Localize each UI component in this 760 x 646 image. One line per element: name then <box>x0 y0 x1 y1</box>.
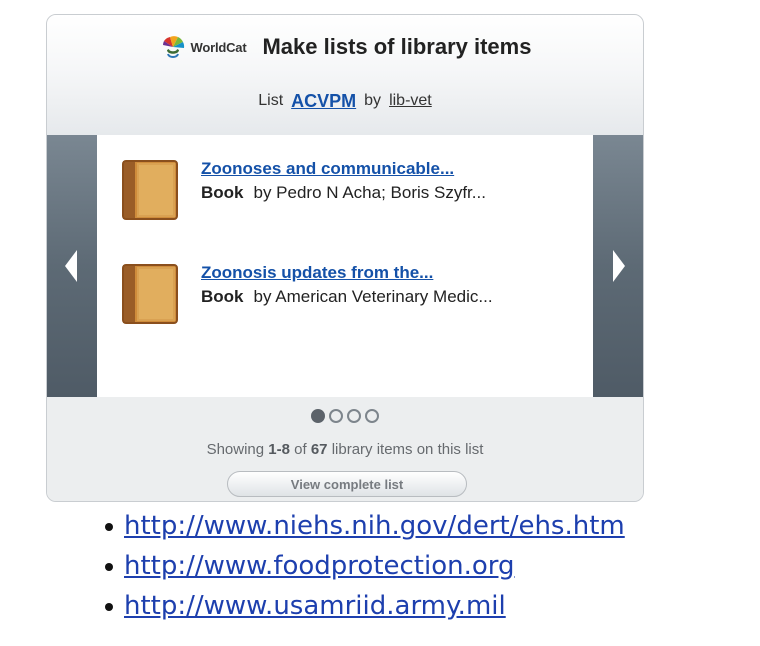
carousel-items: Zoonoses and communicable... Book by Pedr… <box>97 135 595 397</box>
worldcat-logo[interactable]: WorldCat <box>159 33 247 61</box>
showing-prefix: Showing <box>206 441 265 458</box>
pagination-dot[interactable] <box>329 409 343 423</box>
item-title-link[interactable]: Zoonosis updates from the... <box>201 261 581 285</box>
previous-button[interactable] <box>47 135 97 397</box>
pagination-dot[interactable] <box>347 409 361 423</box>
link-item: http://www.usamriid.army.mil <box>105 586 760 626</box>
resource-link[interactable]: http://www.foodprotection.org <box>124 551 515 581</box>
link-item: http://www.foodprotection.org <box>105 546 760 586</box>
showing-suffix: library items on this list <box>331 441 484 458</box>
list-prefix: List <box>258 92 284 109</box>
list-info-row: List ACVPM by lib-vet <box>47 85 643 117</box>
showing-of: of <box>294 441 307 458</box>
pagination-dot[interactable] <box>365 409 379 423</box>
book-icon[interactable] <box>119 261 181 327</box>
item-details: Zoonoses and communicable... Book by Pedr… <box>201 157 581 205</box>
resource-links: http://www.niehs.nih.gov/dert/ehs.htm ht… <box>105 506 760 626</box>
showing-text: Showing 1-8 of 67 library items on this … <box>47 441 643 458</box>
widget-title: Make lists of library items <box>262 34 532 59</box>
widget-footer: Showing 1-8 of 67 library items on this … <box>47 397 643 501</box>
showing-total: 67 <box>310 441 328 458</box>
item-title-link[interactable]: Zoonoses and communicable... <box>201 157 581 181</box>
item-byline: by American Veterinary Medic... <box>253 287 493 306</box>
list-item: Zoonosis updates from the... Book by Amer… <box>119 261 579 357</box>
list-item: Zoonoses and communicable... Book by Pedr… <box>119 157 579 253</box>
worldcat-list-widget: WorldCat Make lists of library items Lis… <box>46 14 644 502</box>
resource-link[interactable]: http://www.usamriid.army.mil <box>124 591 506 621</box>
item-type: Book <box>201 183 244 202</box>
link-item: http://www.niehs.nih.gov/dert/ehs.htm <box>105 506 760 546</box>
brand-row: WorldCat Make lists of library items <box>47 29 643 65</box>
list-owner-link[interactable]: lib-vet <box>389 92 432 110</box>
item-carousel: Zoonoses and communicable... Book by Pedr… <box>47 135 643 397</box>
pagination-dots <box>47 409 643 423</box>
bullet-icon <box>105 523 113 531</box>
widget-header: WorldCat Make lists of library items Lis… <box>47 15 643 136</box>
bullet-icon <box>105 603 113 611</box>
pagination-dot[interactable] <box>311 409 325 423</box>
next-button[interactable] <box>593 135 643 397</box>
item-type: Book <box>201 287 244 306</box>
showing-range: 1-8 <box>268 441 290 458</box>
view-complete-list-button[interactable]: View complete list <box>227 471 467 497</box>
item-details: Zoonosis updates from the... Book by Amer… <box>201 261 581 309</box>
chevron-right-icon <box>613 250 625 282</box>
bullet-icon <box>105 563 113 571</box>
list-by-label: by <box>364 92 382 109</box>
list-name-link[interactable]: ACVPM <box>291 91 356 112</box>
logo-text: WorldCat <box>190 39 247 55</box>
book-icon[interactable] <box>119 157 181 223</box>
worldcat-logo-icon <box>162 36 184 58</box>
resource-link[interactable]: http://www.niehs.nih.gov/dert/ehs.htm <box>124 511 625 541</box>
item-byline: by Pedro N Acha; Boris Szyfr... <box>253 183 486 202</box>
chevron-left-icon <box>65 250 77 282</box>
